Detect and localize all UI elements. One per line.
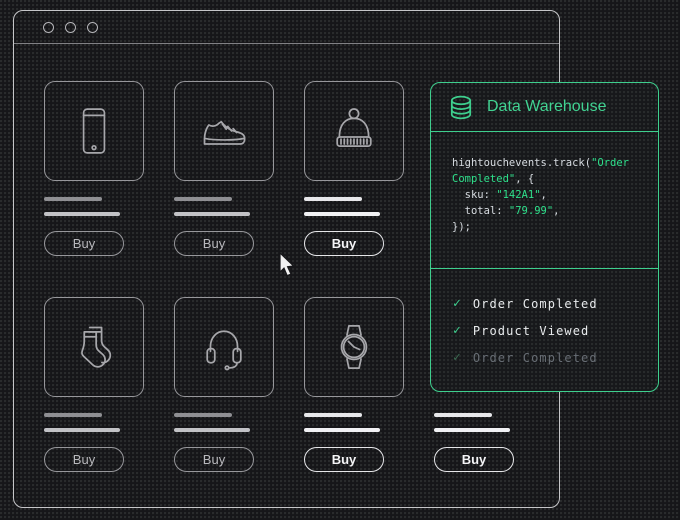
check-icon: ✓ [453, 350, 461, 365]
product-column-covered: Buy [434, 413, 534, 472]
product-price-placeholder [44, 428, 120, 432]
product-card [174, 297, 274, 397]
socks-icon [68, 321, 120, 373]
check-icon: ✓ [453, 296, 461, 311]
product-title-placeholder [44, 413, 102, 417]
code-line: total: "79.99", [452, 203, 658, 219]
product-price-placeholder [44, 212, 120, 216]
window-control-icon[interactable] [87, 22, 98, 33]
mouse-cursor-icon [278, 251, 298, 284]
code-token: sku: [452, 189, 496, 201]
product-column-watch: Buy [304, 297, 404, 472]
product-price-placeholder [304, 428, 380, 432]
check-icon: ✓ [453, 323, 461, 338]
buy-button[interactable]: Buy [434, 447, 514, 472]
code-token: hightouchevents.track( [452, 157, 591, 169]
code-token: total: [452, 205, 509, 217]
code-line: hightouchevents.track("Order [452, 155, 658, 171]
data-warehouse-panel: Data Warehouse hightouchevents.track("Or… [430, 82, 659, 392]
buy-button[interactable]: Buy [174, 447, 254, 472]
buy-button[interactable]: Buy [44, 231, 124, 256]
code-token: Completed" [452, 173, 515, 185]
product-title-placeholder [304, 413, 362, 417]
code-line: Completed", { [452, 171, 658, 187]
product-title-placeholder [174, 413, 232, 417]
buy-button[interactable]: Buy [304, 447, 384, 472]
code-token: }); [452, 221, 471, 233]
event-item: ✓ Order Completed [453, 344, 658, 371]
product-title-placeholder [434, 413, 492, 417]
product-column-sneaker: Buy [174, 81, 274, 256]
product-card [44, 81, 144, 181]
product-price-placeholder [434, 428, 510, 432]
product-column-phone: Buy [44, 81, 144, 256]
event-item: ✓ Product Viewed [453, 317, 658, 344]
product-price-placeholder [174, 428, 250, 432]
panel-header: Data Warehouse [431, 83, 658, 132]
code-token: , { [515, 173, 534, 185]
product-column-beanie: Buy [304, 81, 404, 256]
product-column-headphones: Buy [174, 297, 274, 472]
beanie-icon [328, 105, 380, 157]
event-label: Product Viewed [473, 324, 590, 338]
product-card [304, 297, 404, 397]
page: { "colors": { "accent": "#3ecf8e", "code… [0, 0, 680, 520]
buy-button[interactable]: Buy [304, 231, 384, 256]
buy-button[interactable]: Buy [44, 447, 124, 472]
code-line: sku: "142A1", [452, 187, 658, 203]
event-item: ✓ Order Completed [453, 290, 658, 317]
code-token: , [541, 189, 547, 201]
code-token: "142A1" [496, 189, 540, 201]
product-price-placeholder [174, 212, 250, 216]
headphones-icon [198, 321, 250, 373]
event-list: ✓ Order Completed ✓ Product Viewed ✓ Ord… [431, 269, 658, 371]
product-price-placeholder [304, 212, 380, 216]
window-control-icon[interactable] [65, 22, 76, 33]
sneaker-icon [198, 105, 250, 157]
buy-button[interactable]: Buy [174, 231, 254, 256]
panel-title: Data Warehouse [487, 98, 606, 116]
product-title-placeholder [304, 197, 362, 201]
code-token: , [553, 205, 559, 217]
product-card [304, 81, 404, 181]
window-control-icon[interactable] [43, 22, 54, 33]
product-card [174, 81, 274, 181]
code-token: "Order [591, 157, 629, 169]
product-column-socks: Buy [44, 297, 144, 472]
product-title-placeholder [44, 197, 102, 201]
event-label: Order Completed [473, 351, 598, 365]
event-label: Order Completed [473, 297, 598, 311]
product-card [44, 297, 144, 397]
product-title-placeholder [174, 197, 232, 201]
watch-icon [328, 321, 380, 373]
code-token: "79.99" [509, 205, 553, 217]
browser-titlebar [14, 11, 559, 44]
code-line: }); [452, 219, 658, 235]
database-icon [448, 94, 474, 121]
code-snippet: hightouchevents.track("Order Completed",… [431, 132, 658, 269]
phone-icon [69, 106, 119, 156]
